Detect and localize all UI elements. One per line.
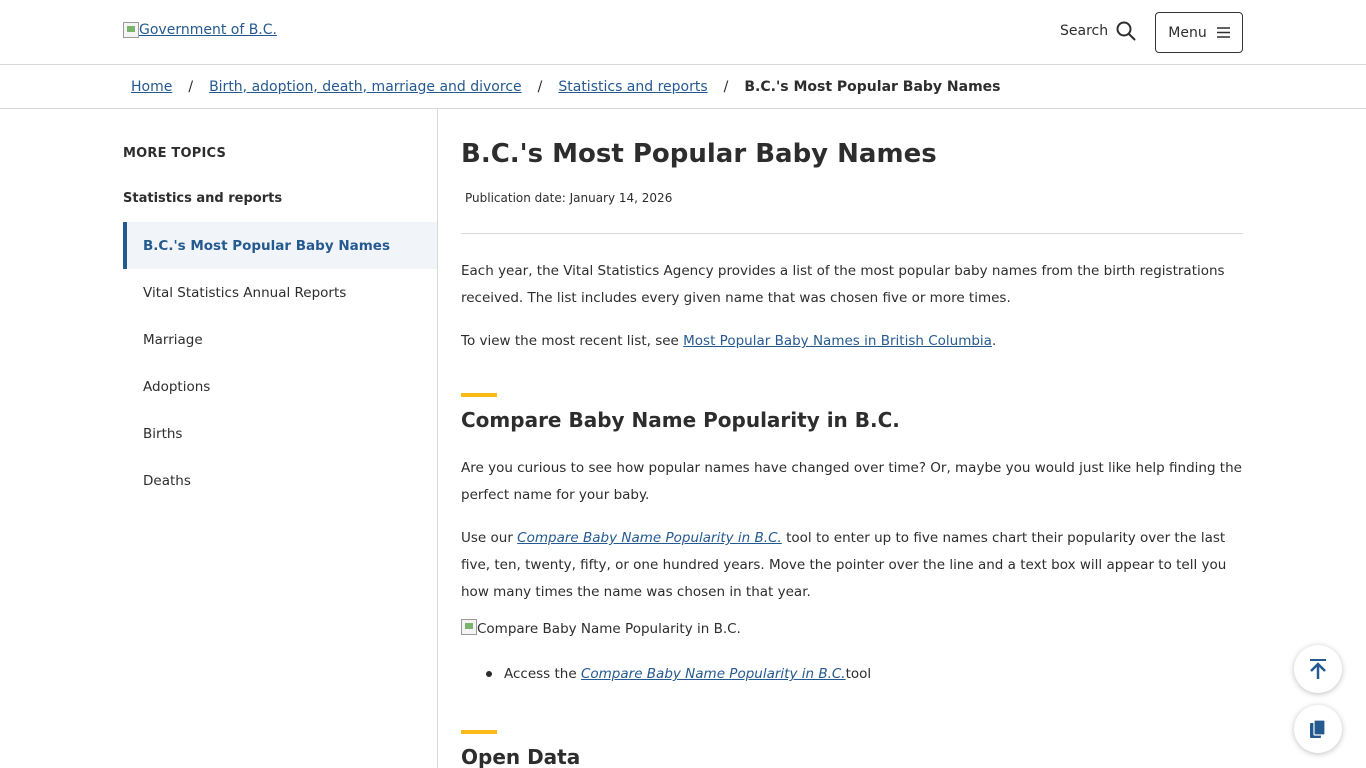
compare-image-alt: Compare Baby Name Popularity in B.C. [477,621,741,637]
back-to-top-button[interactable] [1294,645,1342,693]
breadcrumb-home[interactable]: Home [131,79,172,95]
arrow-up-icon [1310,659,1326,679]
sidebar-section-title: Statistics and reports [123,191,283,206]
breadcrumb-separator: / [537,78,543,95]
intro-paragraph: Each year, the Vital Statistics Agency p… [461,263,1225,306]
search-label: Search [1060,23,1109,39]
section-heading-open-data: Open Data [461,745,581,768]
bullet-suffix: tool [845,666,872,682]
breadcrumb-birth-adoption[interactable]: Birth, adoption, death, marriage and div… [209,79,522,95]
breadcrumb: Home / Birth, adoption, death, marriage … [0,65,1366,109]
list-item: Access the Compare Baby Name Popularity … [486,666,872,682]
sidebar-more-topics-heading: MORE TOPICS [123,146,227,161]
broken-image-icon [461,619,477,635]
compare-tool-link[interactable]: Compare Baby Name Popularity in B.C. [517,530,782,546]
breadcrumb-separator: / [188,78,194,95]
hamburger-icon [1216,27,1230,38]
search-icon [1116,21,1136,41]
breadcrumb-current: B.C.'s Most Popular Baby Names [744,78,1001,95]
compare-image: Compare Baby Name Popularity in B.C. [461,619,741,637]
page-title: B.C.'s Most Popular Baby Names [461,139,937,169]
bullet-dot [486,671,492,677]
broken-image-icon [123,22,139,38]
gov-bc-logo-link[interactable]: Government of B.C. [123,22,277,38]
compare-paragraph-2: Use our Compare Baby Name Popularity in … [461,525,1243,606]
menu-label: Menu [1168,24,1207,41]
menu-button[interactable]: Menu [1155,12,1243,53]
bullet-prefix: Access the [504,666,577,682]
copy-icon [1310,719,1326,738]
copy-link-button[interactable] [1294,705,1342,753]
compare-paragraph-1: Are you curious to see how popular names… [461,460,1242,503]
sidebar: MORE TOPICS Statistics and reports B.C.'… [123,109,438,768]
recent-list-suffix: . [991,333,997,349]
breadcrumb-separator: / [723,78,729,95]
publication-date: Publication date: January 14, 2026 [465,191,673,205]
sidebar-item-births[interactable]: Births [123,410,437,457]
section-heading-compare: Compare Baby Name Popularity in B.C. [461,408,900,432]
logo-alt-text: Government of B.C. [139,22,277,38]
site-header: Government of B.C. Search Menu [0,0,1366,65]
divider [461,233,1243,234]
sidebar-item-annual-reports[interactable]: Vital Statistics Annual Reports [123,269,437,316]
recent-list-paragraph: To view the most recent list, see Most P… [461,328,1243,355]
sidebar-item-baby-names[interactable]: B.C.'s Most Popular Baby Names [123,222,437,269]
sidebar-item-marriage[interactable]: Marriage [123,316,437,363]
section-accent-bar [461,393,497,397]
sidebar-item-deaths[interactable]: Deaths [123,457,437,504]
access-tool-link[interactable]: Compare Baby Name Popularity in B.C. [581,666,846,682]
compare-p2-prefix: Use our [461,530,518,546]
sidebar-nav-list: B.C.'s Most Popular Baby Names Vital Sta… [123,222,437,504]
section-accent-bar [461,730,497,734]
recent-list-prefix: To view the most recent list, see [461,333,684,349]
recent-list-link[interactable]: Most Popular Baby Names in British Colum… [683,333,992,349]
breadcrumb-statistics[interactable]: Statistics and reports [558,79,707,95]
sidebar-item-adoptions[interactable]: Adoptions [123,363,437,410]
search-button[interactable]: Search [1060,21,1136,41]
